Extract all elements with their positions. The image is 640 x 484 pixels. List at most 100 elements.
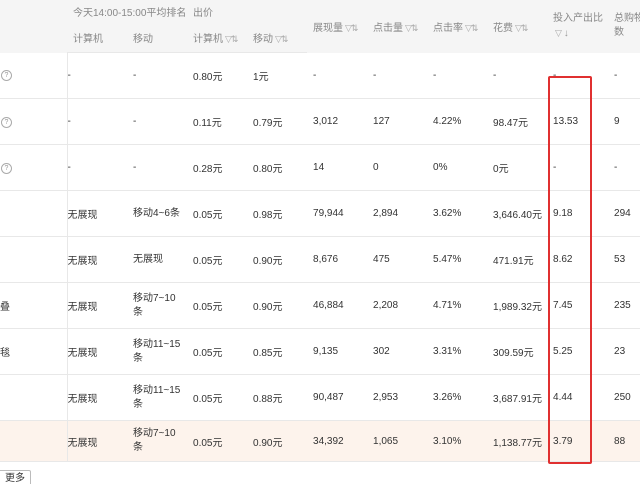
keyword-cell[interactable]: ? xyxy=(0,98,67,145)
rank-mobile-cell: 移动7~10条 xyxy=(127,420,188,462)
more-button[interactable]: 更多 xyxy=(0,470,31,484)
cost-cell: 471.91元 xyxy=(487,236,548,283)
table-row[interactable]: ? - -0.11元 0.79元 3,012 127 4.22% 98.47元 13.53 9 xyxy=(0,98,640,145)
bid-pc-cell: 0.05元 xyxy=(187,374,248,421)
bid-group-header: 出价 xyxy=(187,0,308,22)
ctr-cell: 3.31% xyxy=(427,328,488,375)
sort-filter-icon[interactable]: ▽⇅ xyxy=(345,23,359,33)
clicks-cell: 2,208 xyxy=(367,282,428,329)
bid-mobile-cell: 0.80元 xyxy=(247,144,308,191)
roi-cell: 4.44 xyxy=(547,374,609,421)
keyword-cell[interactable] xyxy=(0,190,67,237)
clicks-cell: - xyxy=(367,52,428,99)
carts-header[interactable]: 总购物车数 xyxy=(608,0,640,53)
keyword-cell[interactable]: ? xyxy=(0,144,67,191)
ctr-cell: 0% xyxy=(427,144,488,191)
rank-pc-cell: 无展现 xyxy=(66,374,127,421)
carts-cell: 88 xyxy=(608,420,640,462)
cost-cell: 3,646.40元 xyxy=(487,190,548,237)
roi-header[interactable]: 投入产出比▽ ↓ xyxy=(547,0,609,53)
rank-mobile-cell: 移动7~10条 xyxy=(127,282,188,329)
cost-cell: 98.47元 xyxy=(487,98,548,145)
sort-filter-icon[interactable]: ▽⇅ xyxy=(405,23,419,33)
sort-desc-arrow-icon[interactable]: ↓ xyxy=(564,28,569,39)
table-row[interactable]: 无展现 移动4~6条 0.05元 0.98元 79,944 2,894 3.62% 3,646… xyxy=(0,190,640,237)
keyword-table: 今天14:00-15:00平均排名 出价 展现量 ▽⇅ 点击量 ▽⇅ 点击率 ▽⇅ 花… xyxy=(0,0,640,462)
keyword-cell[interactable]: ? xyxy=(0,52,67,99)
sort-filter-icon[interactable]: ▽⇅ xyxy=(465,23,479,33)
carts-cell: 9 xyxy=(608,98,640,145)
keyword-cell[interactable]: 毯 xyxy=(0,328,67,375)
clicks-cell: 0 xyxy=(367,144,428,191)
table-row[interactable]: 无展现 移动11~15条 0.05元 0.88元 90,487 2,953 3.26% 3,6… xyxy=(0,374,640,421)
roi-cell: 13.53 xyxy=(547,98,609,145)
rank-mobile-cell: 无展现 xyxy=(127,236,188,283)
ctr-cell: 5.47% xyxy=(427,236,488,283)
sort-filter-icon[interactable]: ▽⇅ xyxy=(275,34,289,44)
rank-mobile-header: 移动 xyxy=(127,22,188,53)
ctr-cell: 3.62% xyxy=(427,190,488,237)
cost-cell: - xyxy=(487,52,548,99)
roi-cell: 8.62 xyxy=(547,236,609,283)
rank-mobile-cell: 移动11~15条 xyxy=(127,374,188,421)
bid-pc-cell: 0.80元 xyxy=(187,52,248,99)
impressions-cell: 90,487 xyxy=(307,374,368,421)
impressions-cell: 46,884 xyxy=(307,282,368,329)
sort-filter-icon[interactable]: ▽⇅ xyxy=(225,34,239,44)
rank-pc-cell: - xyxy=(66,52,127,99)
roi-cell: - xyxy=(547,144,609,191)
ctr-header[interactable]: 点击率 ▽⇅ xyxy=(427,0,488,53)
clicks-cell: 127 xyxy=(367,98,428,145)
impressions-cell: 3,012 xyxy=(307,98,368,145)
keyword-cell[interactable] xyxy=(0,420,67,462)
bid-mobile-cell: 0.79元 xyxy=(247,98,308,145)
help-icon[interactable]: ? xyxy=(1,116,12,128)
clicks-cell: 302 xyxy=(367,328,428,375)
rank-pc-cell: 无展现 xyxy=(66,328,127,375)
carts-cell: 53 xyxy=(608,236,640,283)
rank-pc-cell: - xyxy=(66,98,127,145)
cost-header[interactable]: 花费 ▽⇅ xyxy=(487,0,548,53)
bid-pc-cell: 0.28元 xyxy=(187,144,248,191)
bid-mobile-header[interactable]: 移动 ▽⇅ xyxy=(247,22,308,53)
clicks-header[interactable]: 点击量 ▽⇅ xyxy=(367,0,428,53)
table-row[interactable]: 无展现 无展现 0.05元 0.90元 8,676 475 5.47% 471.91元 8.62… xyxy=(0,236,640,283)
sort-filter-icon[interactable]: ▽⇅ xyxy=(515,23,529,33)
ctr-cell: 4.71% xyxy=(427,282,488,329)
rank-group-header: 今天14:00-15:00平均排名 xyxy=(67,0,188,22)
table-row[interactable]: 毯 无展现 移动11~15条 0.05元 0.85元 9,135 302 3.31% 309.5… xyxy=(0,328,640,375)
impressions-header[interactable]: 展现量 ▽⇅ xyxy=(307,0,368,53)
carts-cell: 23 xyxy=(608,328,640,375)
rank-pc-cell: - xyxy=(66,144,127,191)
ctr-cell: 3.10% xyxy=(427,420,488,462)
bid-mobile-cell: 0.90元 xyxy=(247,236,308,283)
carts-cell: 294 xyxy=(608,190,640,237)
keyword-cell[interactable] xyxy=(0,236,67,283)
help-icon[interactable]: ? xyxy=(1,70,12,82)
bid-mobile-cell: 0.88元 xyxy=(247,374,308,421)
rank-mobile-cell: - xyxy=(127,52,188,99)
bid-mobile-cell: 0.85元 xyxy=(247,328,308,375)
impressions-cell: 14 xyxy=(307,144,368,191)
bid-pc-cell: 0.05元 xyxy=(187,190,248,237)
table-row[interactable]: ? - -0.80元 1元 - - - - - - xyxy=(0,52,640,99)
clicks-cell: 475 xyxy=(367,236,428,283)
filter-icon[interactable]: ▽ xyxy=(555,28,562,38)
help-icon[interactable]: ? xyxy=(1,162,12,174)
roi-cell: 7.45 xyxy=(547,282,609,329)
bid-pc-header[interactable]: 计算机 ▽⇅ xyxy=(187,22,248,53)
table-row[interactable]: 无展现 移动7~10条 0.05元 0.90元 34,392 1,065 3.10% 1,13… xyxy=(0,420,640,462)
bid-pc-cell: 0.05元 xyxy=(187,328,248,375)
carts-cell: - xyxy=(608,52,640,99)
table-row[interactable]: ? - -0.28元 0.80元 14 0 0% 0元 - - xyxy=(0,144,640,191)
rank-pc-header: 计算机 xyxy=(67,22,127,53)
table-row[interactable]: 叠 无展现 移动7~10条 0.05元 0.90元 46,884 2,208 4.71% 1,9… xyxy=(0,282,640,329)
keyword-cell[interactable] xyxy=(0,374,67,421)
roi-cell: - xyxy=(547,52,609,99)
clicks-cell: 1,065 xyxy=(367,420,428,462)
clicks-cell: 2,894 xyxy=(367,190,428,237)
keyword-cell[interactable]: 叠 xyxy=(0,282,67,329)
cost-cell: 1,138.77元 xyxy=(487,420,548,462)
rank-mobile-cell: 移动11~15条 xyxy=(127,328,188,375)
rank-pc-cell: 无展现 xyxy=(66,236,127,283)
